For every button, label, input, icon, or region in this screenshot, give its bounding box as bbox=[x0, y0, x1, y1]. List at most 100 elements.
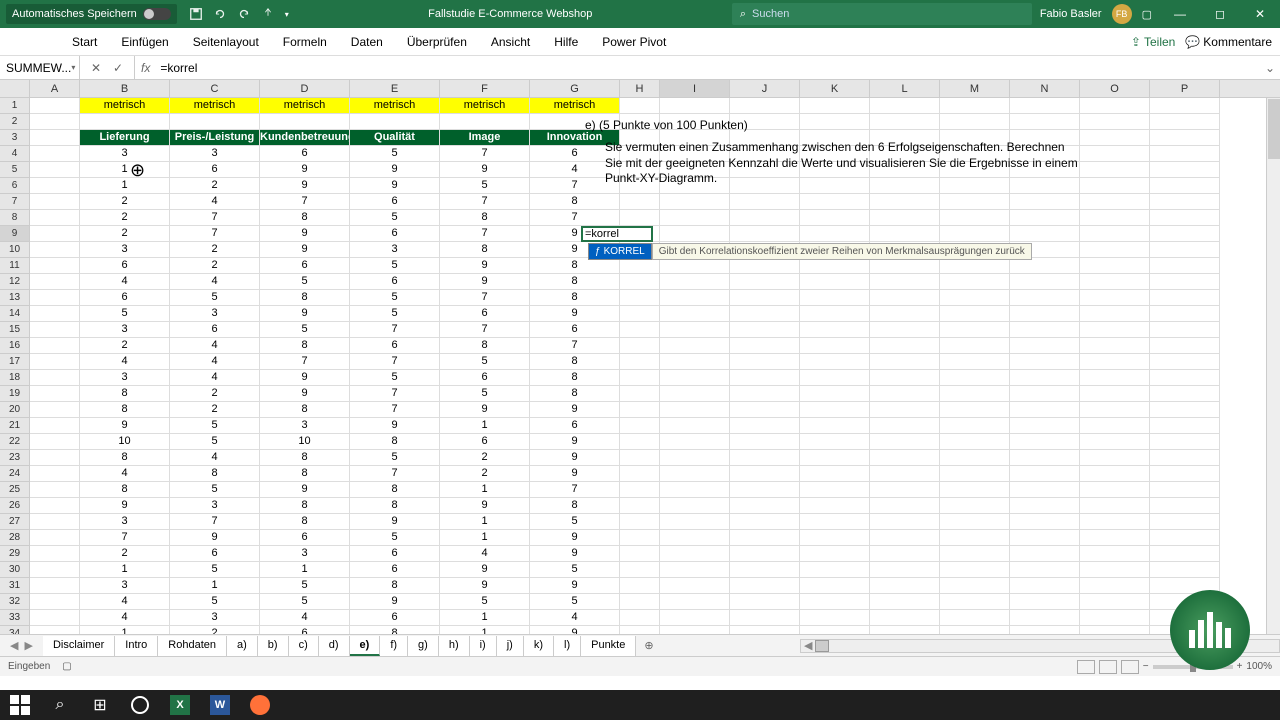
cell[interactable]: Kundenbetreuung bbox=[260, 130, 350, 146]
cell[interactable] bbox=[30, 594, 80, 610]
cell[interactable]: 5 bbox=[530, 594, 620, 610]
cell[interactable]: 8 bbox=[530, 258, 620, 274]
cell[interactable] bbox=[620, 466, 660, 482]
cell[interactable] bbox=[800, 578, 870, 594]
cell[interactable]: 2 bbox=[80, 338, 170, 354]
cell[interactable] bbox=[30, 354, 80, 370]
cell[interactable] bbox=[940, 546, 1010, 562]
row-header-3[interactable]: 3 bbox=[0, 130, 30, 146]
cell[interactable]: metrisch bbox=[350, 98, 440, 114]
cell[interactable]: 3 bbox=[260, 418, 350, 434]
cell[interactable]: 10 bbox=[80, 434, 170, 450]
cell[interactable]: 8 bbox=[350, 626, 440, 634]
word-taskbar-icon[interactable]: W bbox=[200, 690, 240, 720]
cell[interactable]: 2 bbox=[170, 258, 260, 274]
column-header-P[interactable]: P bbox=[1150, 80, 1220, 97]
cell[interactable] bbox=[800, 402, 870, 418]
cell[interactable]: 4 bbox=[80, 274, 170, 290]
cell[interactable] bbox=[660, 354, 730, 370]
cell[interactable] bbox=[30, 386, 80, 402]
cell[interactable] bbox=[1150, 482, 1220, 498]
row-header-18[interactable]: 18 bbox=[0, 370, 30, 386]
cell[interactable] bbox=[660, 306, 730, 322]
sheet-nav[interactable]: ◀▶ bbox=[0, 639, 43, 652]
cell[interactable] bbox=[730, 402, 800, 418]
cell[interactable]: metrisch bbox=[80, 98, 170, 114]
cell[interactable] bbox=[620, 610, 660, 626]
cell[interactable]: 2 bbox=[80, 194, 170, 210]
cell[interactable] bbox=[800, 98, 870, 114]
cell[interactable] bbox=[30, 498, 80, 514]
cell[interactable]: 5 bbox=[440, 178, 530, 194]
cell[interactable] bbox=[660, 610, 730, 626]
cell[interactable]: 4 bbox=[170, 354, 260, 370]
cell[interactable] bbox=[800, 482, 870, 498]
cell[interactable]: 1 bbox=[440, 418, 530, 434]
cell[interactable] bbox=[800, 594, 870, 610]
cell[interactable] bbox=[1010, 306, 1080, 322]
sheet-tab-l[interactable]: l) bbox=[554, 636, 581, 656]
column-header-F[interactable]: F bbox=[440, 80, 530, 97]
row-header-32[interactable]: 32 bbox=[0, 594, 30, 610]
cell[interactable] bbox=[30, 418, 80, 434]
cell[interactable] bbox=[1080, 482, 1150, 498]
cell[interactable] bbox=[940, 434, 1010, 450]
cell[interactable] bbox=[800, 290, 870, 306]
cell[interactable] bbox=[1080, 514, 1150, 530]
cell[interactable] bbox=[1080, 626, 1150, 634]
cell[interactable]: 1 bbox=[440, 514, 530, 530]
cell[interactable] bbox=[660, 402, 730, 418]
cell[interactable] bbox=[870, 194, 940, 210]
cell[interactable] bbox=[1010, 434, 1080, 450]
cell[interactable]: 7 bbox=[440, 322, 530, 338]
cell[interactable]: 7 bbox=[440, 290, 530, 306]
zoom-level[interactable]: 100% bbox=[1246, 661, 1272, 672]
cell[interactable] bbox=[730, 290, 800, 306]
cell[interactable] bbox=[800, 258, 870, 274]
cell[interactable] bbox=[870, 562, 940, 578]
cell[interactable]: 8 bbox=[260, 466, 350, 482]
cell[interactable] bbox=[170, 114, 260, 130]
cell[interactable]: 7 bbox=[170, 210, 260, 226]
cell[interactable] bbox=[30, 466, 80, 482]
column-header-E[interactable]: E bbox=[350, 80, 440, 97]
cell[interactable] bbox=[730, 482, 800, 498]
cell[interactable] bbox=[660, 594, 730, 610]
cell[interactable]: 8 bbox=[350, 578, 440, 594]
row-header-11[interactable]: 11 bbox=[0, 258, 30, 274]
cell[interactable] bbox=[30, 322, 80, 338]
cell[interactable] bbox=[730, 514, 800, 530]
cell[interactable]: 8 bbox=[260, 290, 350, 306]
cell[interactable] bbox=[870, 450, 940, 466]
cell[interactable] bbox=[620, 322, 660, 338]
cell[interactable] bbox=[940, 194, 1010, 210]
column-header-H[interactable]: H bbox=[620, 80, 660, 97]
cell[interactable] bbox=[1010, 354, 1080, 370]
cell[interactable]: 6 bbox=[260, 626, 350, 634]
cell[interactable]: 5 bbox=[350, 210, 440, 226]
cell[interactable] bbox=[620, 562, 660, 578]
cell[interactable] bbox=[1080, 162, 1150, 178]
cell[interactable] bbox=[870, 386, 940, 402]
cell[interactable] bbox=[1080, 386, 1150, 402]
cell[interactable]: 2 bbox=[170, 178, 260, 194]
row-header-2[interactable]: 2 bbox=[0, 114, 30, 130]
cell[interactable] bbox=[1080, 562, 1150, 578]
cell[interactable]: 5 bbox=[350, 370, 440, 386]
cell[interactable]: 7 bbox=[530, 338, 620, 354]
formula-input[interactable]: =korrel bbox=[156, 61, 1260, 75]
cell[interactable] bbox=[1010, 98, 1080, 114]
cell[interactable]: 9 bbox=[440, 402, 530, 418]
cell[interactable]: 2 bbox=[80, 226, 170, 242]
cell[interactable] bbox=[620, 290, 660, 306]
cell[interactable]: 7 bbox=[530, 210, 620, 226]
cell[interactable] bbox=[660, 370, 730, 386]
cell[interactable]: metrisch bbox=[170, 98, 260, 114]
cell[interactable] bbox=[730, 386, 800, 402]
cell[interactable] bbox=[1010, 610, 1080, 626]
cell[interactable]: 8 bbox=[80, 402, 170, 418]
row-header-30[interactable]: 30 bbox=[0, 562, 30, 578]
cell[interactable]: 4 bbox=[170, 450, 260, 466]
cell[interactable] bbox=[350, 114, 440, 130]
obs-icon[interactable] bbox=[120, 690, 160, 720]
